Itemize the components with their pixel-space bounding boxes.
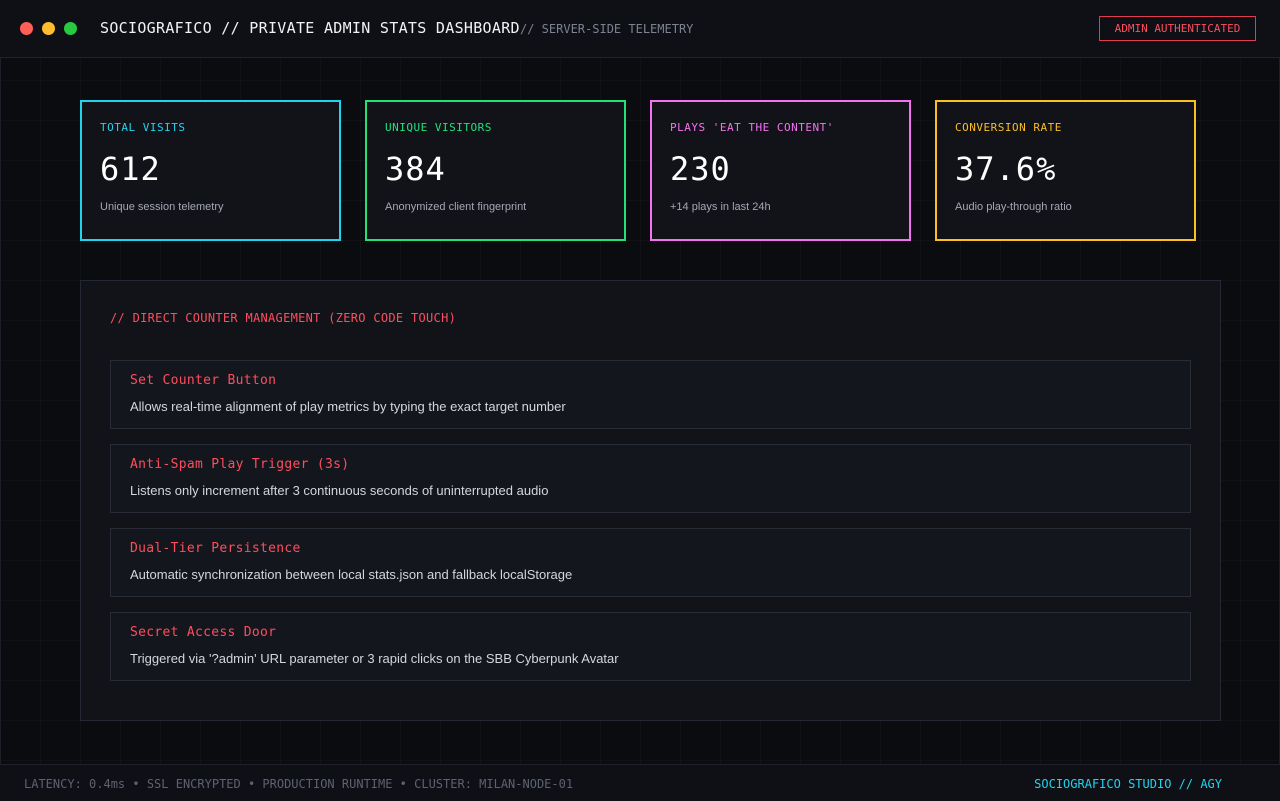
- feature-description: Listens only increment after 3 continuou…: [130, 483, 549, 498]
- stat-card-unique-visitors: UNIQUE VISITORS 384 Anonymized client fi…: [365, 100, 626, 241]
- system-status-text: LATENCY: 0.4ms • SSL ENCRYPTED • PRODUCT…: [24, 777, 574, 791]
- feature-title: Anti-Spam Play Trigger (3s): [130, 457, 350, 472]
- stat-value: 384: [385, 150, 446, 188]
- status-bar: LATENCY: 0.4ms • SSL ENCRYPTED • PRODUCT…: [0, 764, 1280, 801]
- feature-item-persistence: Dual-Tier Persistence Automatic synchron…: [110, 528, 1191, 597]
- feature-description: Automatic synchronization between local …: [130, 567, 573, 582]
- panel-title: // DIRECT COUNTER MANAGEMENT (ZERO CODE …: [110, 311, 457, 325]
- feature-item-set-counter: Set Counter Button Allows real-time alig…: [110, 360, 1191, 429]
- status-badge: ADMIN AUTHENTICATED: [1099, 16, 1256, 41]
- counter-management-panel: // DIRECT COUNTER MANAGEMENT (ZERO CODE …: [80, 280, 1221, 721]
- feature-title: Set Counter Button: [130, 373, 277, 388]
- minimize-window-icon[interactable]: [42, 22, 55, 35]
- stat-label: UNIQUE VISITORS: [385, 121, 492, 134]
- stat-caption: +14 plays in last 24h: [670, 201, 771, 213]
- feature-title: Dual-Tier Persistence: [130, 541, 301, 556]
- stat-label: CONVERSION RATE: [955, 121, 1062, 134]
- stat-card-total-visits: TOTAL VISITS 612 Unique session telemetr…: [80, 100, 341, 241]
- stat-caption: Anonymized client fingerprint: [385, 201, 527, 213]
- title-bar: SOCIOGRAFICO // PRIVATE ADMIN STATS DASH…: [0, 0, 1280, 58]
- stat-caption: Unique session telemetry: [100, 201, 224, 213]
- feature-description: Allows real-time alignment of play metri…: [130, 399, 566, 414]
- stat-caption: Audio play-through ratio: [955, 201, 1072, 213]
- feature-item-anti-spam: Anti-Spam Play Trigger (3s) Listens only…: [110, 444, 1191, 513]
- stat-value: 230: [670, 150, 731, 188]
- stat-value: 37.6%: [955, 150, 1057, 188]
- stat-value: 612: [100, 150, 161, 188]
- stat-label: TOTAL VISITS: [100, 121, 186, 134]
- feature-item-secret-access: Secret Access Door Triggered via '?admin…: [110, 612, 1191, 681]
- maximize-window-icon[interactable]: [64, 22, 77, 35]
- page-subtitle: // SERVER-SIDE TELEMETRY: [520, 22, 694, 36]
- stat-label: PLAYS 'EAT THE CONTENT': [670, 121, 834, 134]
- page-title: SOCIOGRAFICO // PRIVATE ADMIN STATS DASH…: [100, 19, 520, 37]
- feature-description: Triggered via '?admin' URL parameter or …: [130, 651, 619, 666]
- stat-card-plays: PLAYS 'EAT THE CONTENT' 230 +14 plays in…: [650, 100, 911, 241]
- stat-card-conversion-rate: CONVERSION RATE 37.6% Audio play-through…: [935, 100, 1196, 241]
- close-window-icon[interactable]: [20, 22, 33, 35]
- feature-title: Secret Access Door: [130, 625, 277, 640]
- footer-brand: SOCIOGRAFICO STUDIO // AGY: [1034, 777, 1222, 791]
